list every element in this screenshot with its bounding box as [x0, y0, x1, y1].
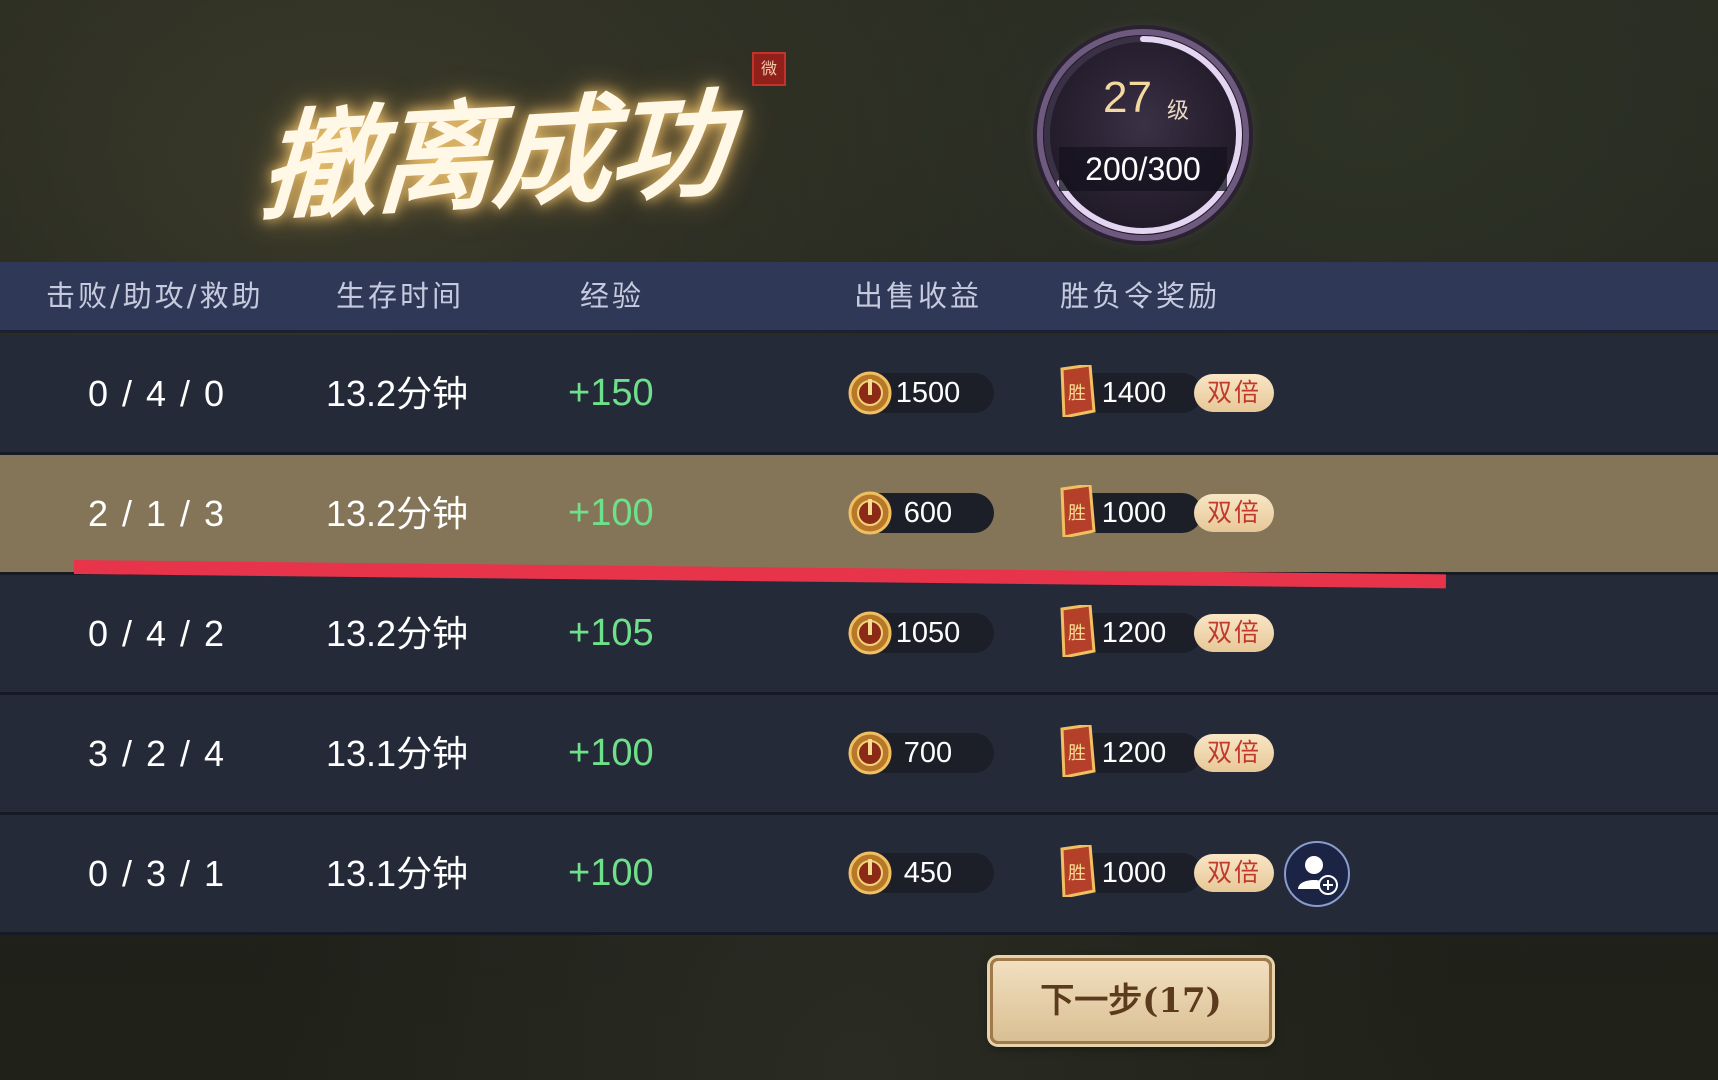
level-unit: 级 — [1167, 99, 1190, 124]
exp-value: +150 — [568, 372, 654, 414]
kda-value: 0 / 4 / 2 — [88, 613, 227, 654]
coin-icon — [848, 491, 892, 535]
victory-token-icon: 胜 — [1060, 845, 1096, 897]
level-number: 27 — [1103, 73, 1152, 122]
double-reward-badge: 双倍 — [1194, 614, 1274, 652]
kda-value: 2 / 1 / 3 — [88, 493, 227, 534]
victory-token-icon: 胜 — [1060, 725, 1096, 777]
level-progress-ring — [1044, 36, 1242, 234]
kda-value: 3 / 2 / 4 — [88, 733, 227, 774]
victory-token-icon: 胜 — [1060, 485, 1096, 537]
survival-time-value: 13.2分钟 — [326, 613, 469, 654]
table-row: 3 / 2 / 4 13.1分钟 +100 700 1200 胜 双倍 — [0, 695, 1718, 815]
victory-token-icon: 胜 — [1060, 365, 1096, 417]
token-reward-value: 1200 — [1101, 617, 1167, 649]
coin-icon — [848, 731, 892, 775]
level-exp-text: 200/300 — [1085, 151, 1201, 187]
token-reward-value: 1200 — [1101, 737, 1167, 769]
exp-value: +105 — [568, 612, 654, 654]
next-step-button[interactable]: 下一步(17) — [990, 958, 1272, 1044]
coin-icon — [848, 611, 892, 655]
seal-stamp: 微 — [752, 52, 786, 86]
sell-income-value: 450 — [903, 857, 953, 889]
sell-income-value: 600 — [903, 497, 953, 529]
exp-value: +100 — [568, 732, 654, 774]
sell-income-value: 700 — [903, 737, 953, 769]
double-reward-badge: 双倍 — [1194, 374, 1274, 412]
kda-value: 0 / 3 / 1 — [88, 853, 227, 894]
result-title-text: 撤离成功 — [256, 73, 731, 238]
coin-icon — [848, 851, 892, 895]
table-row: 0 / 3 / 1 13.1分钟 +100 450 1000 胜 双倍 — [0, 815, 1718, 935]
header-token-reward: 胜负令奖励 — [1060, 279, 1221, 313]
table-row: 2 / 1 / 3 13.2分钟 +100 600 1000 胜 双倍 — [0, 455, 1718, 575]
sell-income-value: 1500 — [895, 377, 961, 409]
token-reward-value: 1000 — [1101, 497, 1167, 529]
victory-token-char: 胜 — [1068, 863, 1086, 884]
double-reward-badge: 双倍 — [1194, 854, 1274, 892]
kda-value: 0 / 4 / 0 — [88, 373, 227, 414]
sell-income-value: 1050 — [895, 617, 961, 649]
table-header: 击败/助攻/救助 生存时间 经验 出售收益 胜负令奖励 — [0, 262, 1718, 333]
victory-token-char: 胜 — [1068, 743, 1086, 764]
exp-value: +100 — [568, 852, 654, 894]
add-friend-icon — [1298, 856, 1338, 895]
table-row: 0 / 4 / 2 13.2分钟 +105 1050 1200 胜 双倍 — [0, 575, 1718, 695]
victory-token-icon: 胜 — [1060, 605, 1096, 657]
survival-time-value: 13.2分钟 — [326, 493, 469, 534]
header-kda: 击败/助攻/救助 — [46, 279, 264, 313]
victory-token-char: 胜 — [1068, 383, 1086, 404]
victory-token-char: 胜 — [1068, 503, 1086, 524]
victory-token-char: 胜 — [1068, 623, 1086, 644]
survival-time-value: 13.1分钟 — [326, 853, 469, 894]
header-survival-time: 生存时间 — [336, 279, 465, 313]
header-exp: 经验 — [580, 279, 645, 313]
evacuation-result-screen: 撤离成功 微 27 级 200/300 击败/助攻/救助 生存时间 经验 出售收… — [0, 0, 1718, 1080]
token-reward-value: 1400 — [1101, 377, 1167, 409]
double-reward-badge: 双倍 — [1194, 734, 1274, 772]
token-reward-value: 1000 — [1101, 857, 1167, 889]
header-sell-income: 出售收益 — [854, 279, 983, 313]
survival-time-value: 13.1分钟 — [326, 733, 469, 774]
double-reward-badge: 双倍 — [1194, 494, 1274, 532]
add-friend-button[interactable] — [1284, 841, 1350, 907]
survival-time-value: 13.2分钟 — [326, 373, 469, 414]
exp-value: +100 — [568, 492, 654, 534]
coin-icon — [848, 371, 892, 415]
result-title: 撤离成功 微 — [257, 40, 786, 237]
table-row: 0 / 4 / 0 13.2分钟 +150 1500 1400 胜 双倍 — [0, 335, 1718, 455]
level-badge: 27 级 200/300 — [1043, 35, 1243, 235]
